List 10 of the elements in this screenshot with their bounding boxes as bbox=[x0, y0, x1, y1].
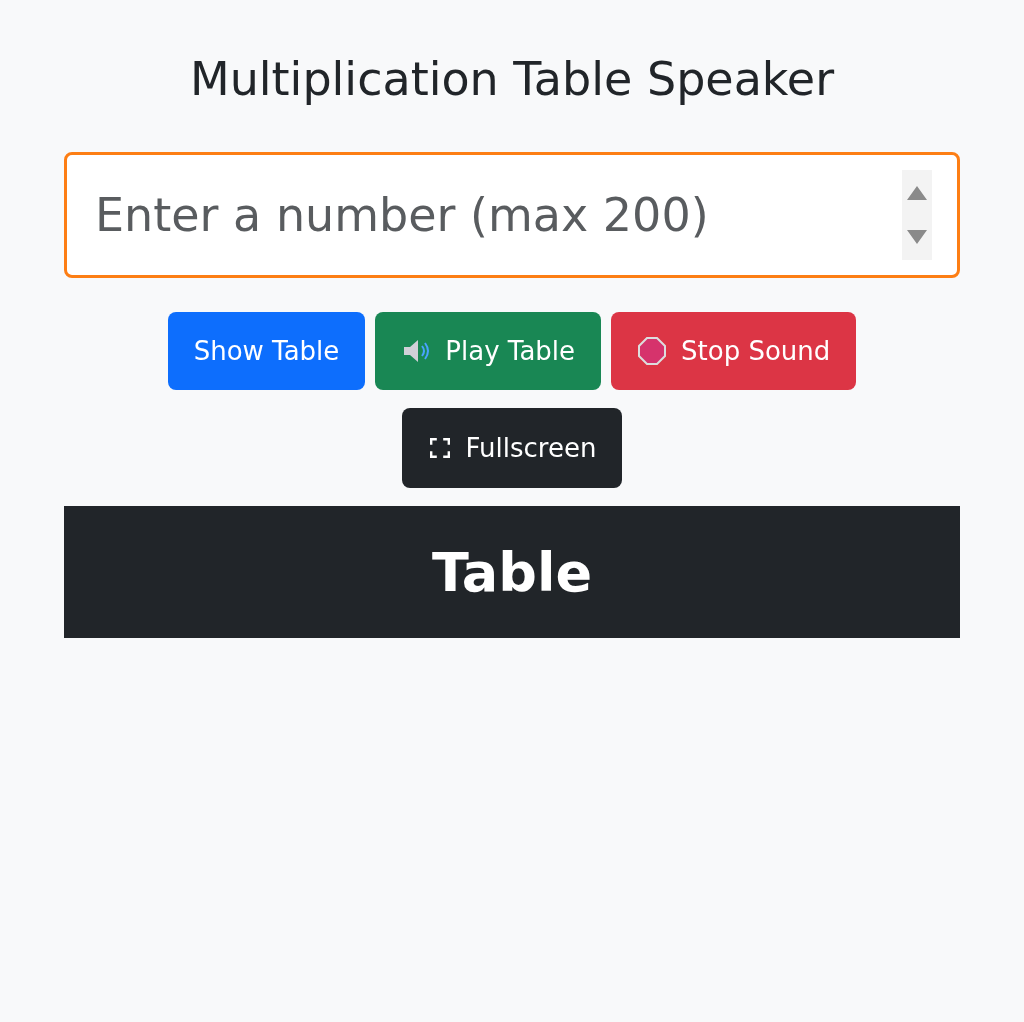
spinner-icon[interactable] bbox=[902, 170, 932, 260]
page-title: Multiplication Table Speaker bbox=[189, 52, 835, 106]
table-header: Table bbox=[64, 506, 960, 638]
stop-icon bbox=[637, 336, 668, 366]
action-button[interactable]: Stop Sound bbox=[611, 312, 857, 390]
action-button[interactable]: Show Table bbox=[167, 312, 366, 390]
fullscreen-icon bbox=[427, 436, 452, 460]
action-button[interactable]: Play Table bbox=[375, 312, 602, 390]
number-field[interactable]: Enter a number (max 200) bbox=[64, 152, 960, 278]
action-button[interactable]: Fullscreen bbox=[401, 408, 623, 488]
